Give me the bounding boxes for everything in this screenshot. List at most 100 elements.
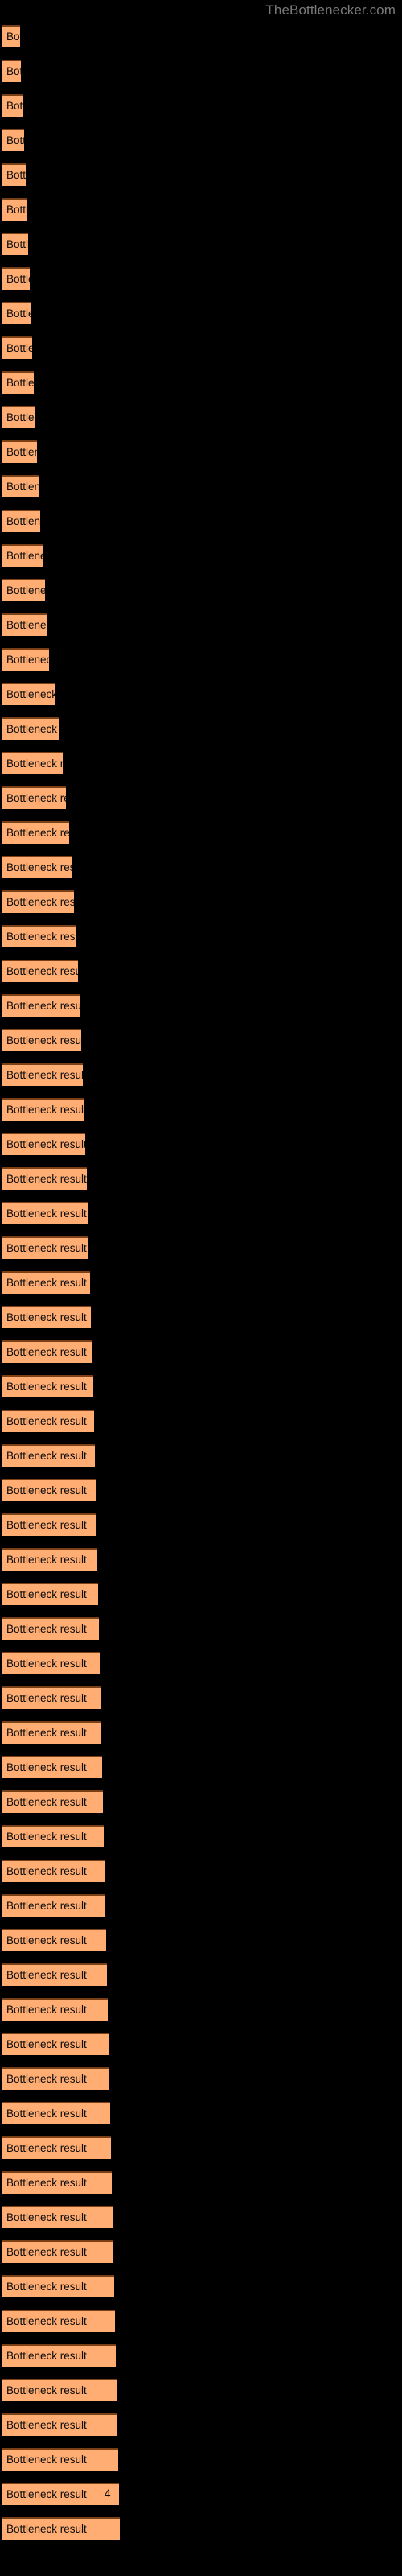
bar: Bottleneck result xyxy=(2,2067,109,2090)
bar: Bottleneck result xyxy=(2,163,26,186)
bar-label: Bottleneck result xyxy=(6,2523,87,2535)
bar-label: Bottleneck result xyxy=(6,204,27,216)
bar: Bottleneck result xyxy=(2,94,23,117)
bar: Bottleneck result xyxy=(2,25,20,47)
bar: Bottleneck result xyxy=(2,1860,105,1882)
bar: Bottleneck result xyxy=(2,856,72,878)
bar-label: Bottleneck result xyxy=(6,1692,87,1704)
bar-label: Bottleneck result xyxy=(6,2004,87,2016)
bar: Bottleneck result xyxy=(2,1098,84,1121)
bar-label: Bottleneck result xyxy=(6,377,34,389)
bar: Bottleneck result xyxy=(2,1410,94,1432)
bar-label: Bottleneck result xyxy=(6,308,31,320)
bar: Bottleneck result xyxy=(2,1998,108,2021)
bar: Bottleneck result xyxy=(2,2102,110,2124)
bar: Bottleneck result xyxy=(2,2033,109,2055)
bar: Bottleneck result xyxy=(2,2517,120,2540)
bar-label: Bottleneck result xyxy=(6,1727,87,1739)
bar: Bottleneck result xyxy=(2,1825,104,1847)
bar: Bottleneck result xyxy=(2,1513,96,1536)
bar-label: Bottleneck result xyxy=(6,1900,87,1912)
bar: Bottleneck result xyxy=(2,1375,93,1397)
bar-label: Bottleneck result xyxy=(6,134,24,147)
bar: Bottleneck result xyxy=(2,579,45,601)
bar-label: Bottleneck result xyxy=(6,1484,87,1496)
bar: Bottleneck result xyxy=(2,1271,90,1294)
bar-label: Bottleneck result xyxy=(6,792,66,804)
bar: Bottleneck result xyxy=(2,371,34,394)
bar: Bottleneck result xyxy=(2,1167,87,1190)
bar-label: Bottleneck result xyxy=(6,1242,87,1254)
bar: Bottleneck result xyxy=(2,1963,107,1986)
bar: Bottleneck result xyxy=(2,1617,99,1640)
bar-label: Bottleneck result xyxy=(6,1208,87,1220)
bar-label: Bottleneck result xyxy=(6,550,43,562)
bar-label: Bottleneck result xyxy=(6,1657,87,1670)
bar-label: Bottleneck result xyxy=(6,2107,87,2120)
bar-label: Bottleneck result xyxy=(6,688,55,700)
bar: Bottleneck result xyxy=(2,1063,83,1086)
bar-label: Bottleneck result xyxy=(6,896,74,908)
bar: Bottleneck result xyxy=(2,1894,105,1917)
bar-label: Bottleneck result xyxy=(6,1761,87,1773)
bar: Bottleneck result xyxy=(2,302,31,324)
bar-label: Bottleneck result xyxy=(6,1865,87,1877)
bar-label: Bottleneck result xyxy=(6,65,21,77)
bar: Bottleneck result xyxy=(2,2379,117,2401)
bar: Bottleneck result xyxy=(2,994,80,1017)
bar-label: Bottleneck result xyxy=(6,2350,87,2362)
bar-label: Bottleneck result xyxy=(6,1069,83,1081)
bar: Bottleneck result xyxy=(2,821,69,844)
bar-label: Bottleneck result xyxy=(6,584,45,597)
bar: Bottleneck result xyxy=(2,2310,115,2332)
bar: Bottleneck result xyxy=(2,786,66,809)
bar-label: Bottleneck result xyxy=(6,515,40,527)
bar: Bottleneck result xyxy=(2,198,27,221)
bar: Bottleneck result xyxy=(2,752,63,774)
bar: Bottleneck result xyxy=(2,717,59,740)
bar: Bottleneck result xyxy=(2,1029,81,1051)
bar-label: Bottleneck result xyxy=(6,2142,87,2154)
bar: Bottleneck result xyxy=(2,510,40,532)
bar: Bottleneck result xyxy=(2,1236,88,1259)
bar-label: Bottleneck result xyxy=(6,31,20,43)
bar: Bottleneck result xyxy=(2,267,30,290)
bar-label: Bottleneck result xyxy=(6,1034,81,1046)
bar: Bottleneck result xyxy=(2,544,43,567)
bar: Bottleneck result xyxy=(2,1479,96,1501)
bar: Bottleneck result xyxy=(2,683,55,705)
bar-label: Bottleneck result xyxy=(6,654,49,666)
bar: Bottleneck result xyxy=(2,890,74,913)
bar-label: Bottleneck result xyxy=(6,2419,87,2431)
bar-label: Bottleneck result xyxy=(6,1311,87,1323)
bar-label: Bottleneck result xyxy=(6,723,59,735)
bar-label: Bottleneck result xyxy=(6,2177,87,2189)
bar-label: Bottleneck result xyxy=(6,481,39,493)
bar-label: Bottleneck result xyxy=(6,1104,84,1116)
bar: Bottleneck result xyxy=(2,648,49,671)
bar-value-label: 4 xyxy=(105,2487,111,2500)
bar-label: Bottleneck result xyxy=(6,2038,87,2050)
bar-label: Bottleneck result xyxy=(6,1381,87,1393)
bar-label: Bottleneck result xyxy=(6,1969,87,1981)
bar-label: Bottleneck result xyxy=(6,1554,87,1566)
bar-label: Bottleneck result xyxy=(6,411,35,423)
bar: Bottleneck result xyxy=(2,233,28,255)
bar: Bottleneck result xyxy=(2,1548,97,1571)
bar-label: Bottleneck result xyxy=(6,273,30,285)
bottleneck-bar-chart: TheBottlenecker.com Bottleneck resultBot… xyxy=(0,0,402,2576)
bar: Bottleneck result xyxy=(2,406,35,428)
bar-label: Bottleneck result xyxy=(6,2246,87,2258)
bar-label: Bottleneck result xyxy=(6,1000,80,1012)
bar: Bottleneck result xyxy=(2,336,32,359)
bar: Bottleneck result xyxy=(2,1756,102,1778)
bar-label: Bottleneck result xyxy=(6,169,26,181)
bar-label: Bottleneck result xyxy=(6,2211,87,2223)
bar: Bottleneck result xyxy=(2,2483,119,2505)
bar: Bottleneck result xyxy=(2,440,37,463)
bar: Bottleneck result xyxy=(2,2240,113,2263)
bar: Bottleneck result xyxy=(2,925,76,947)
bar-label: Bottleneck result xyxy=(6,2315,87,2327)
bar: Bottleneck result xyxy=(2,1583,98,1605)
bar: Bottleneck result xyxy=(2,1306,91,1328)
